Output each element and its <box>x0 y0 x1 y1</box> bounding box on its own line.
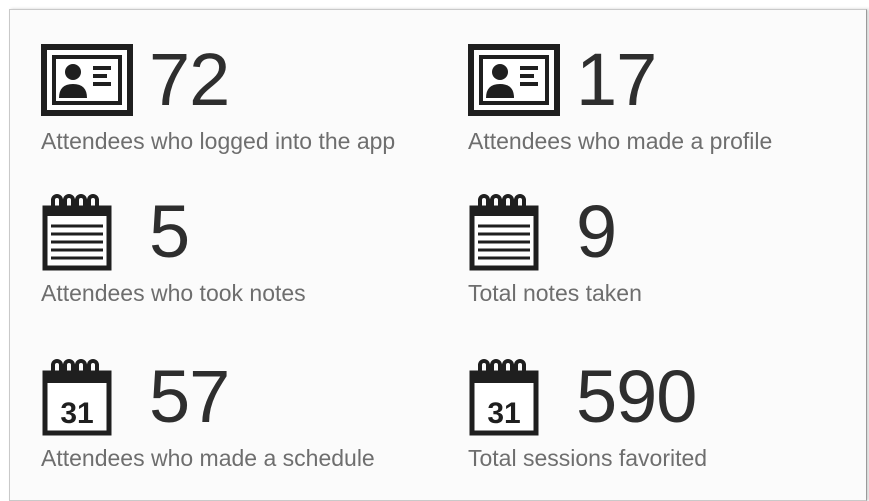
calendar-day-text: 31 <box>487 397 520 430</box>
stat-schedule: 31 57 Attendees who made a schedule <box>41 355 471 473</box>
stat-value: 9 <box>576 190 617 273</box>
stat-value: 590 <box>576 355 697 438</box>
calendar-icon: 31 <box>41 355 137 439</box>
contact-card-icon <box>41 38 137 122</box>
stat-favorited: 31 590 Total sessions favorited <box>468 355 869 473</box>
stat-label: Total sessions favorited <box>468 445 708 471</box>
stat-label: Attendees who made a schedule <box>41 445 375 471</box>
stat-label: Attendees who made a profile <box>468 128 773 154</box>
stat-profiles: 17 Attendees who made a profile <box>468 38 869 156</box>
calendar-icon: 31 <box>468 355 564 439</box>
stat-value: 5 <box>149 190 190 273</box>
notepad-icon <box>468 190 564 274</box>
stat-label: Total notes taken <box>468 280 642 306</box>
stat-value: 17 <box>576 38 657 121</box>
stat-label: Attendees who logged into the app <box>41 128 396 154</box>
stat-logged-in: 72 Attendees who logged into the app <box>41 38 471 156</box>
notepad-icon <box>41 190 137 274</box>
stat-value: 57 <box>149 355 230 438</box>
stat-value: 72 <box>149 38 230 121</box>
stat-label: Attendees who took notes <box>41 280 306 306</box>
calendar-day-text: 31 <box>60 397 93 430</box>
stat-took-notes: 5 Attendees who took notes <box>41 190 471 308</box>
contact-card-icon <box>468 38 564 122</box>
stat-notes-total: 9 Total notes taken <box>468 190 869 308</box>
